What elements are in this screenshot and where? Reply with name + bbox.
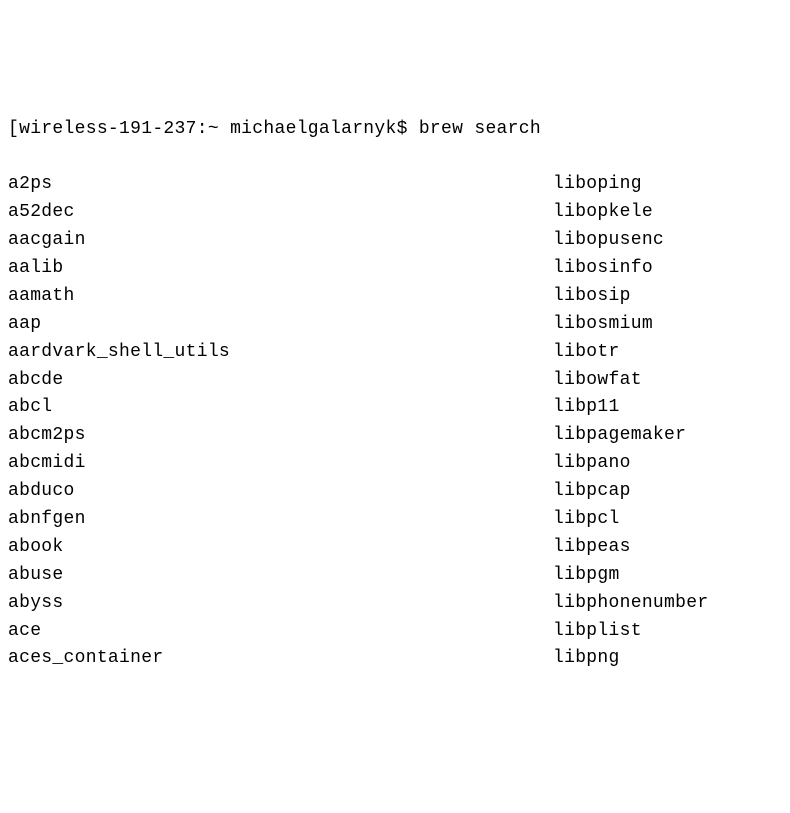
list-item: abnfgen [8,506,553,534]
output-column-right: liboping libopkele libopusenc libosinfo … [553,171,782,673]
prompt-user: michaelgalarnyk [230,119,397,139]
list-item: libpgm [553,562,782,590]
list-item: libosip [553,283,782,311]
list-item: libopusenc [553,227,782,255]
list-item: abduco [8,478,553,506]
list-item: abuse [8,562,553,590]
prompt-bracket: [ [8,119,19,139]
list-item: abcde [8,367,553,395]
list-item: aalib [8,255,553,283]
list-item: libplist [553,618,782,646]
list-item: libopkele [553,199,782,227]
output-columns: a2ps a52dec aacgain aalib aamath aap aar… [8,171,782,673]
list-item: libowfat [553,367,782,395]
list-item: libosinfo [553,255,782,283]
prompt-command[interactable]: brew search [419,119,541,139]
list-item: libpcap [553,478,782,506]
list-item: libpcl [553,506,782,534]
list-item: aardvark_shell_utils [8,339,553,367]
list-item: libosmium [553,311,782,339]
list-item: aces_container [8,645,553,673]
list-item: aamath [8,283,553,311]
list-item: a2ps [8,171,553,199]
list-item: libotr [553,339,782,367]
list-item: libpagemaker [553,422,782,450]
list-item: abcmidi [8,450,553,478]
prompt-cwd: ~ [208,119,219,139]
list-item: libpeas [553,534,782,562]
list-item: ace [8,618,553,646]
prompt-sep: : [197,119,208,139]
list-item: liboping [553,171,782,199]
list-item: abcm2ps [8,422,553,450]
list-item: a52dec [8,199,553,227]
list-item: libpng [553,645,782,673]
list-item: abyss [8,590,553,618]
list-item: aap [8,311,553,339]
list-item: libpano [553,450,782,478]
list-item: libp11 [553,394,782,422]
prompt-dollar: $ [397,119,408,139]
output-column-left: a2ps a52dec aacgain aalib aamath aap aar… [8,171,553,673]
list-item: aacgain [8,227,553,255]
prompt-host: wireless-191-237 [19,119,197,139]
list-item: libphonenumber [553,590,782,618]
list-item: abook [8,534,553,562]
terminal-prompt-line: [wireless-191-237:~ michaelgalarnyk$ bre… [8,116,782,144]
list-item: abcl [8,394,553,422]
